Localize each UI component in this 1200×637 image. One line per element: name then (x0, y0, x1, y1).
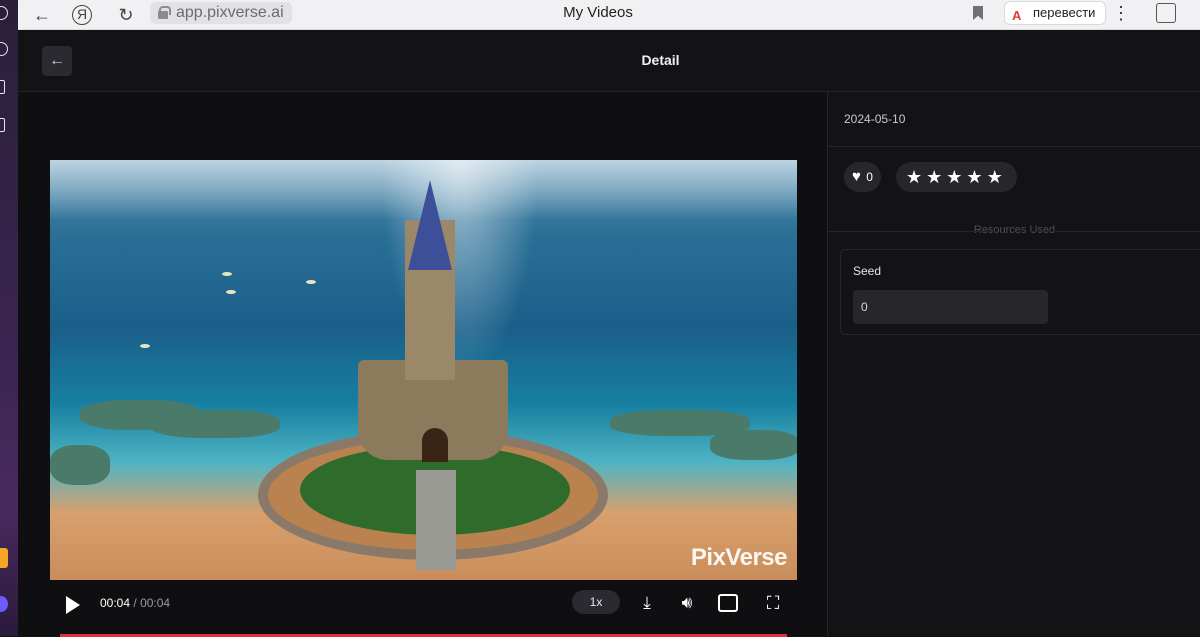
lock-icon (158, 6, 171, 19)
play-icon[interactable] (66, 596, 80, 614)
volume-icon[interactable]: 🔊︎ (676, 592, 698, 614)
picture-in-picture-icon[interactable] (718, 594, 738, 612)
browser-toolbar: ← Я ↻ app.pixverse.ai My Videos A переве… (18, 0, 1200, 30)
translate-button[interactable]: A перевести (1004, 1, 1107, 25)
current-time: 00:04 (100, 596, 131, 610)
os-sidebar (0, 0, 18, 636)
fish (226, 290, 236, 294)
like-count: 0 (866, 170, 873, 184)
heart-icon: ♥ (852, 168, 861, 185)
video-player: PixVerse 00:04 / 00:04 1x ⤓ 🔊︎ ⛶ (18, 92, 827, 637)
seed-value-field[interactable]: 0 (853, 290, 1048, 324)
page-header: ← Detail (18, 30, 1200, 92)
back-button[interactable]: ← (42, 46, 72, 76)
bookmark-icon[interactable] (973, 6, 983, 20)
fullscreen-icon[interactable]: ⛶ (762, 592, 784, 614)
app-root: ← Detail PixVerse 00:04 / 00:04 1x ⤓ 🔊︎ … (18, 30, 1200, 637)
yandex-icon[interactable]: Я (72, 5, 92, 25)
star-icon[interactable]: ★ (987, 167, 1007, 187)
divider (828, 146, 1200, 147)
reload-icon[interactable]: ↻ (114, 3, 138, 27)
translate-icon: A (1012, 8, 1022, 23)
download-icon[interactable]: ⤓ (636, 592, 658, 614)
sidebar-toggle-icon[interactable] (1156, 3, 1176, 23)
star-icon[interactable]: ★ (906, 167, 926, 187)
url-text: app.pixverse.ai (176, 4, 284, 21)
time-separator: / (133, 596, 137, 610)
star-icon[interactable]: ★ (926, 167, 946, 187)
translate-label: перевести (1033, 5, 1096, 20)
like-button[interactable]: ♥ 0 (844, 162, 881, 192)
duration: 00:04 (140, 596, 171, 610)
fish (306, 280, 316, 284)
rock (150, 410, 280, 438)
castle-door (422, 428, 448, 462)
player-controls: 00:04 / 00:04 1x ⤓ 🔊︎ ⛶ (50, 586, 797, 624)
detail-panel: 2024-05-10 ♥ 0 ★★★★★ Resources Used Seed… (827, 92, 1200, 636)
os-icon-2[interactable] (0, 42, 8, 56)
address-bar[interactable]: app.pixverse.ai (150, 2, 292, 24)
os-icon-4[interactable] (0, 118, 5, 132)
tab-title: My Videos (563, 4, 633, 21)
page-title: Detail (641, 52, 680, 68)
creation-date: 2024-05-10 (844, 112, 906, 126)
time-display: 00:04 / 00:04 (100, 596, 170, 610)
more-menu-icon[interactable]: ⋮ (1112, 3, 1130, 24)
star-icon[interactable]: ★ (946, 167, 966, 187)
os-icon-3[interactable] (0, 80, 5, 94)
light-rays (380, 160, 540, 380)
stone-path (416, 470, 456, 570)
os-icon-1[interactable] (0, 6, 8, 20)
rock (710, 430, 797, 460)
seed-label: Seed (853, 264, 882, 278)
fish (222, 272, 232, 276)
os-app-icon-2[interactable] (0, 596, 8, 612)
rating-stars[interactable]: ★★★★★ (896, 162, 1017, 192)
video-frame[interactable]: PixVerse (50, 160, 797, 580)
browser-back-icon[interactable]: ← (30, 3, 54, 27)
rock (50, 445, 110, 485)
seed-card: Seed 0 (840, 249, 1200, 335)
resources-used-label: Resources Used (828, 224, 1200, 236)
pixverse-watermark: PixVerse (690, 544, 788, 571)
star-icon[interactable]: ★ (966, 167, 986, 187)
os-app-icon[interactable] (0, 548, 8, 568)
playback-speed-button[interactable]: 1x (572, 590, 620, 614)
arrow-left-icon: ← (49, 52, 65, 69)
fish (140, 344, 150, 348)
